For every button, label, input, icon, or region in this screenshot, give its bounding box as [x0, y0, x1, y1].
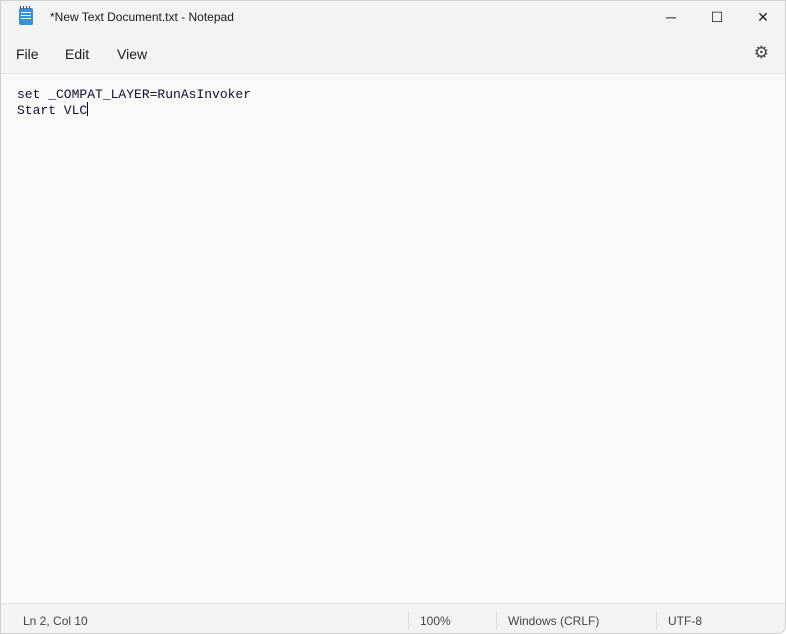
notepad-app-icon [19, 6, 33, 25]
text-caret [87, 102, 89, 116]
gear-icon[interactable]: ⚙ [754, 43, 769, 63]
menu-bar: File Edit View ⚙ [1, 33, 785, 73]
menu-file[interactable]: File [16, 46, 39, 62]
editor-line: Start VLC [17, 103, 88, 118]
close-button[interactable]: ✕ [740, 1, 785, 33]
cursor-position: Ln 2, Col 10 [23, 614, 88, 628]
menu-edit[interactable]: Edit [65, 46, 89, 62]
minimize-button[interactable]: ─ [648, 1, 694, 33]
status-bar: Ln 2, Col 10 100% Windows (CRLF) UTF-8 [1, 603, 785, 633]
line-ending: Windows (CRLF) [508, 614, 600, 628]
window-title: *New Text Document.txt - Notepad [50, 10, 234, 24]
title-bar[interactable]: *New Text Document.txt - Notepad ─ ☐ ✕ [1, 1, 785, 33]
text-editor[interactable]: set _COMPAT_LAYER=RunAsInvoker Start VLC [1, 73, 785, 603]
menu-view[interactable]: View [117, 46, 147, 62]
maximize-button[interactable]: ☐ [694, 1, 740, 33]
notepad-window: *New Text Document.txt - Notepad ─ ☐ ✕ F… [0, 0, 786, 634]
editor-line: set _COMPAT_LAYER=RunAsInvoker [17, 87, 252, 102]
encoding: UTF-8 [668, 614, 702, 628]
status-divider [656, 612, 657, 630]
status-divider [408, 612, 409, 630]
status-divider [496, 612, 497, 630]
zoom-level: 100% [420, 614, 451, 628]
